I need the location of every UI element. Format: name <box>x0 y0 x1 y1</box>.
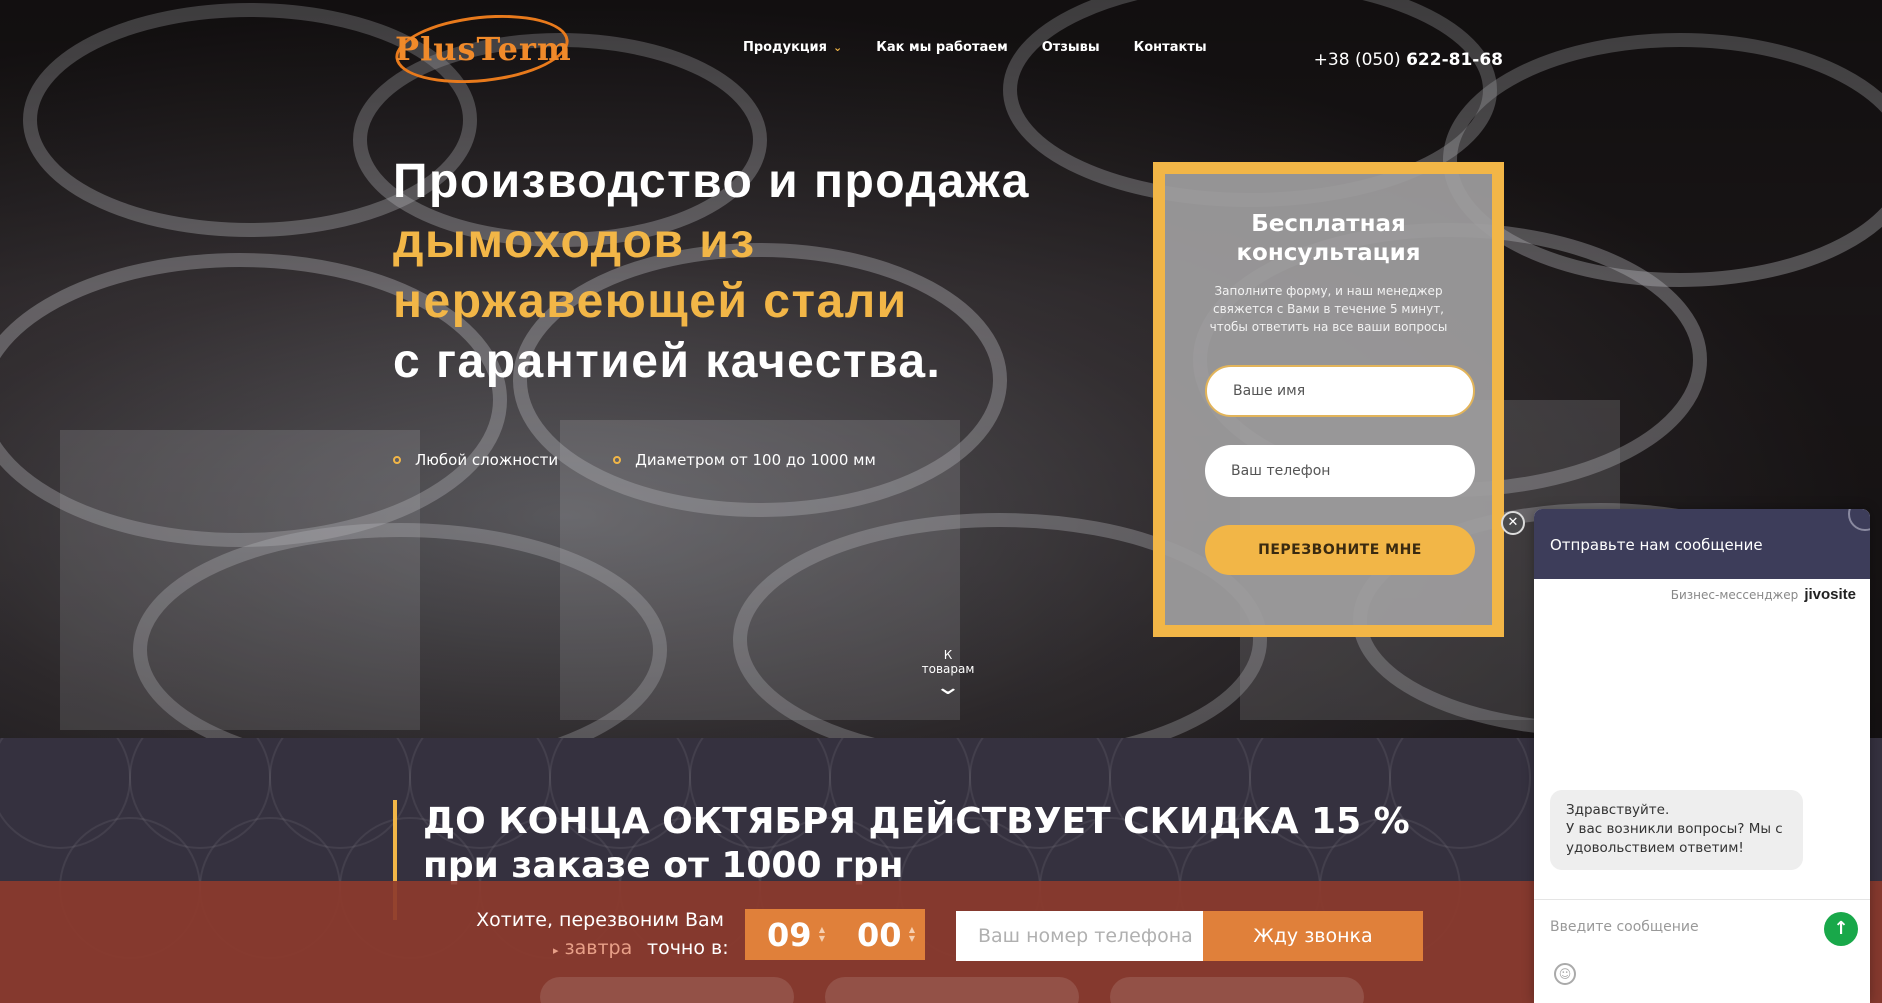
chat-minimize-icon[interactable] <box>1848 509 1870 531</box>
wait-call-button[interactable]: Жду звонка <box>1203 911 1423 961</box>
jivosite-logo: jivosite <box>1804 586 1856 603</box>
chevron-down-icon: ⌄ <box>833 41 843 54</box>
phone-input[interactable]: Ваш телефон <box>1205 445 1475 497</box>
logo[interactable]: PlusTerm <box>392 7 573 91</box>
send-arrow-icon[interactable]: ↑ <box>1824 912 1858 946</box>
nav-item-products[interactable]: Продукция ⌄ <box>743 40 842 55</box>
caret-right-icon: ▸ <box>553 944 559 957</box>
hero-heading: Производство и продажа дымоходов из нерж… <box>393 155 1030 388</box>
callback-exact-time-label: точно в: <box>647 937 729 959</box>
feature-item: Диаметром от 100 до 1000 мм <box>613 451 876 469</box>
chat-greeting-message: Здравствуйте. У вас возникли вопросы? Мы… <box>1550 790 1803 870</box>
form-subtitle: Заполните форму, и наш менеджер свяжется… <box>1209 284 1448 334</box>
feature-item: Любой сложности <box>393 451 558 469</box>
callback-day-select[interactable]: ▸ завтра <box>553 937 632 959</box>
form-title: Бесплатная консультация <box>1236 211 1421 266</box>
bullet-icon <box>393 456 401 464</box>
call-me-button[interactable]: ПЕРЕЗВОНИТЕ МНЕ <box>1205 525 1475 575</box>
scroll-to-products[interactable]: К товарам ⌄ <box>916 648 980 699</box>
spinner-arrows-icon: ▲ ▼ <box>908 925 915 943</box>
minute-select[interactable]: 00 ▲ ▼ <box>835 909 925 960</box>
chat-widget: Отправьте нам сообщение Бизнес-мессендже… <box>1534 509 1870 1003</box>
bullet-icon <box>613 456 622 464</box>
hour-select[interactable]: 09 ▲ ▼ <box>745 909 835 960</box>
consultation-form: Бесплатная консультация Заполните форму,… <box>1153 162 1504 637</box>
chat-header[interactable]: Отправьте нам сообщение <box>1534 509 1870 579</box>
nav-item-how-we-work[interactable]: Как мы работаем <box>876 40 1008 55</box>
main-nav: Продукция ⌄ Как мы работаем Отзывы Конта… <box>743 40 1207 55</box>
header-phone[interactable]: +38 (050) 622-81-68 <box>1314 50 1503 70</box>
callback-question: Хотите, перезвоним Вам <box>476 909 724 931</box>
chat-message-input[interactable]: Введите сообщение <box>1550 919 1699 935</box>
spinner-arrows-icon: ▲ ▼ <box>818 925 825 943</box>
hero-features: Любой сложности Диаметром от 100 до 1000… <box>393 451 876 469</box>
logo-text: PlusTerm <box>395 30 572 68</box>
chat-header-title: Отправьте нам сообщение <box>1550 536 1763 554</box>
name-input[interactable]: Ваше имя <box>1205 365 1475 417</box>
nav-item-contacts[interactable]: Контакты <box>1134 40 1207 55</box>
chat-brand[interactable]: Бизнес-мессенджер jivosite <box>1671 586 1856 603</box>
nav-item-reviews[interactable]: Отзывы <box>1042 40 1100 55</box>
chevron-down-icon: ⌄ <box>934 675 962 700</box>
emoji-icon[interactable]: ☺ <box>1554 963 1576 985</box>
chat-close-icon[interactable]: ✕ <box>1501 511 1525 535</box>
callback-phone-input[interactable]: Ваш номер телефона <box>956 911 1203 961</box>
promo-title: ДО КОНЦА ОКТЯБРЯ ДЕЙСТВУЕТ СКИДКА 15 % п… <box>423 801 1410 886</box>
